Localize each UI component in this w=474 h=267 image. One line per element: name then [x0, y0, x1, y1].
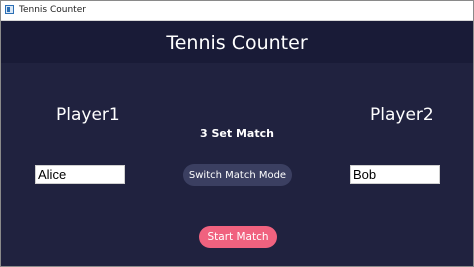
start-match-button[interactable]: Start Match — [199, 226, 277, 248]
app-window: Tennis Counter Tennis Counter Player1 Pl… — [0, 0, 474, 267]
player2-label: Player2 — [370, 105, 434, 125]
page-title: Tennis Counter — [166, 32, 308, 54]
player1-label: Player1 — [56, 105, 120, 125]
player2-name-input[interactable] — [350, 165, 440, 184]
window-title: Tennis Counter — [19, 5, 86, 15]
switch-match-mode-button[interactable]: Switch Match Mode — [183, 164, 292, 186]
window-titlebar[interactable]: Tennis Counter — [1, 1, 473, 21]
match-mode-label: 3 Set Match — [200, 127, 274, 140]
app-window-icon — [5, 5, 14, 14]
player1-name-input[interactable] — [35, 165, 125, 184]
